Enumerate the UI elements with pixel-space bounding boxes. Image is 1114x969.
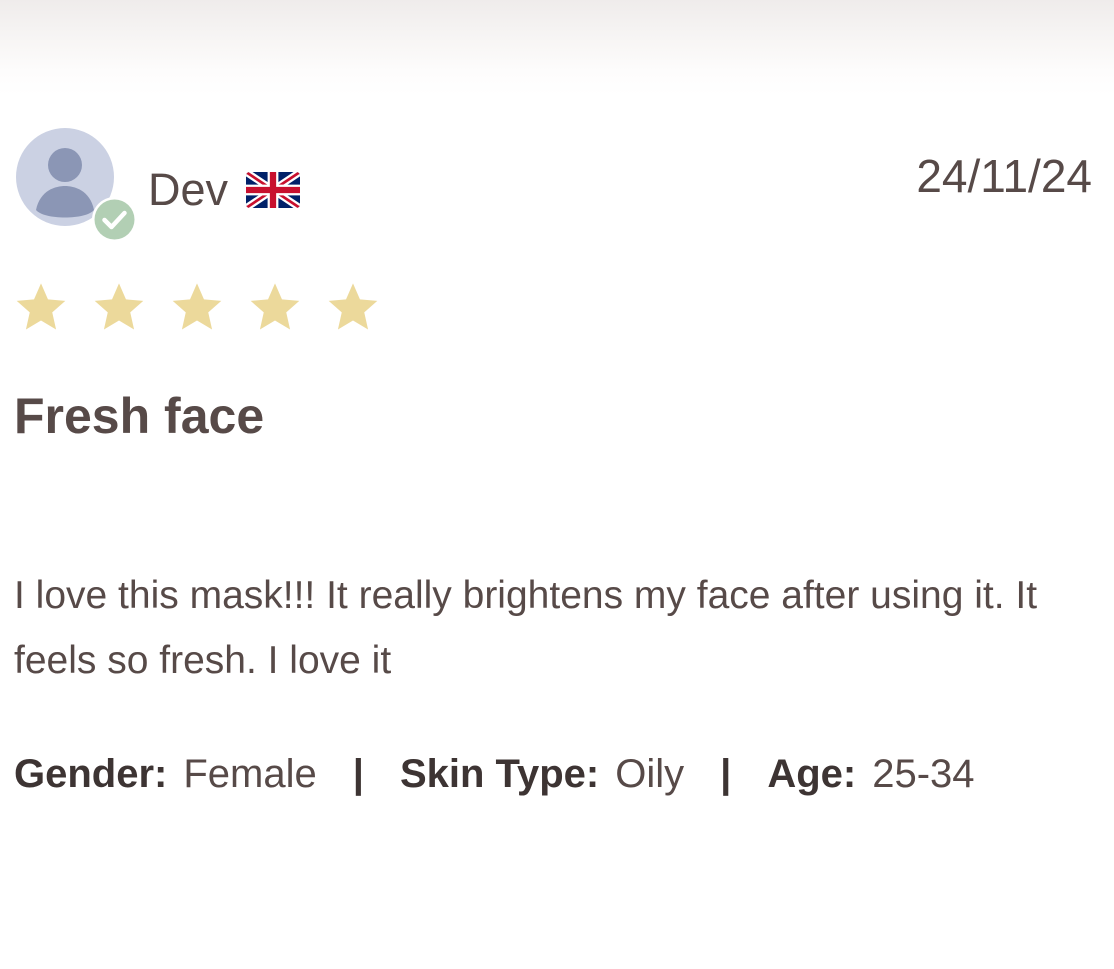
separator: | bbox=[352, 752, 364, 796]
gender-label: Gender: bbox=[14, 752, 168, 796]
verified-check-icon bbox=[92, 197, 137, 242]
gender-value: Female bbox=[183, 752, 317, 796]
star-icon bbox=[16, 283, 66, 330]
top-shadow bbox=[0, 0, 1114, 95]
uk-flag-icon bbox=[246, 172, 301, 208]
author-info: Dev bbox=[148, 164, 301, 216]
review-page: Dev 24/11/24 Fresh face I love this mask… bbox=[0, 0, 1114, 969]
star-icon bbox=[328, 283, 378, 330]
author-name: Dev bbox=[148, 164, 229, 215]
review-card: Dev 24/11/24 Fresh face I love this mask… bbox=[14, 128, 1094, 796]
separator: | bbox=[720, 752, 732, 796]
skin-type-label: Skin Type: bbox=[399, 752, 600, 796]
verified-badge bbox=[92, 197, 137, 242]
age-label: Age: bbox=[767, 752, 857, 796]
star-icon bbox=[250, 283, 300, 330]
star-icon bbox=[172, 283, 222, 330]
review-header: Dev 24/11/24 bbox=[14, 128, 1094, 243]
star-rating bbox=[14, 280, 404, 334]
skin-type-value: Oily bbox=[615, 752, 685, 796]
review-title: Fresh face bbox=[14, 388, 265, 444]
review-date: 24/11/24 bbox=[916, 150, 1092, 202]
star-icon bbox=[94, 283, 144, 330]
review-body: I love this mask!!! It really brightens … bbox=[14, 574, 1038, 682]
age-value: 25-34 bbox=[872, 752, 975, 796]
reviewer-attributes: Gender: Female | Skin Type: Oily | Age: … bbox=[14, 748, 975, 800]
